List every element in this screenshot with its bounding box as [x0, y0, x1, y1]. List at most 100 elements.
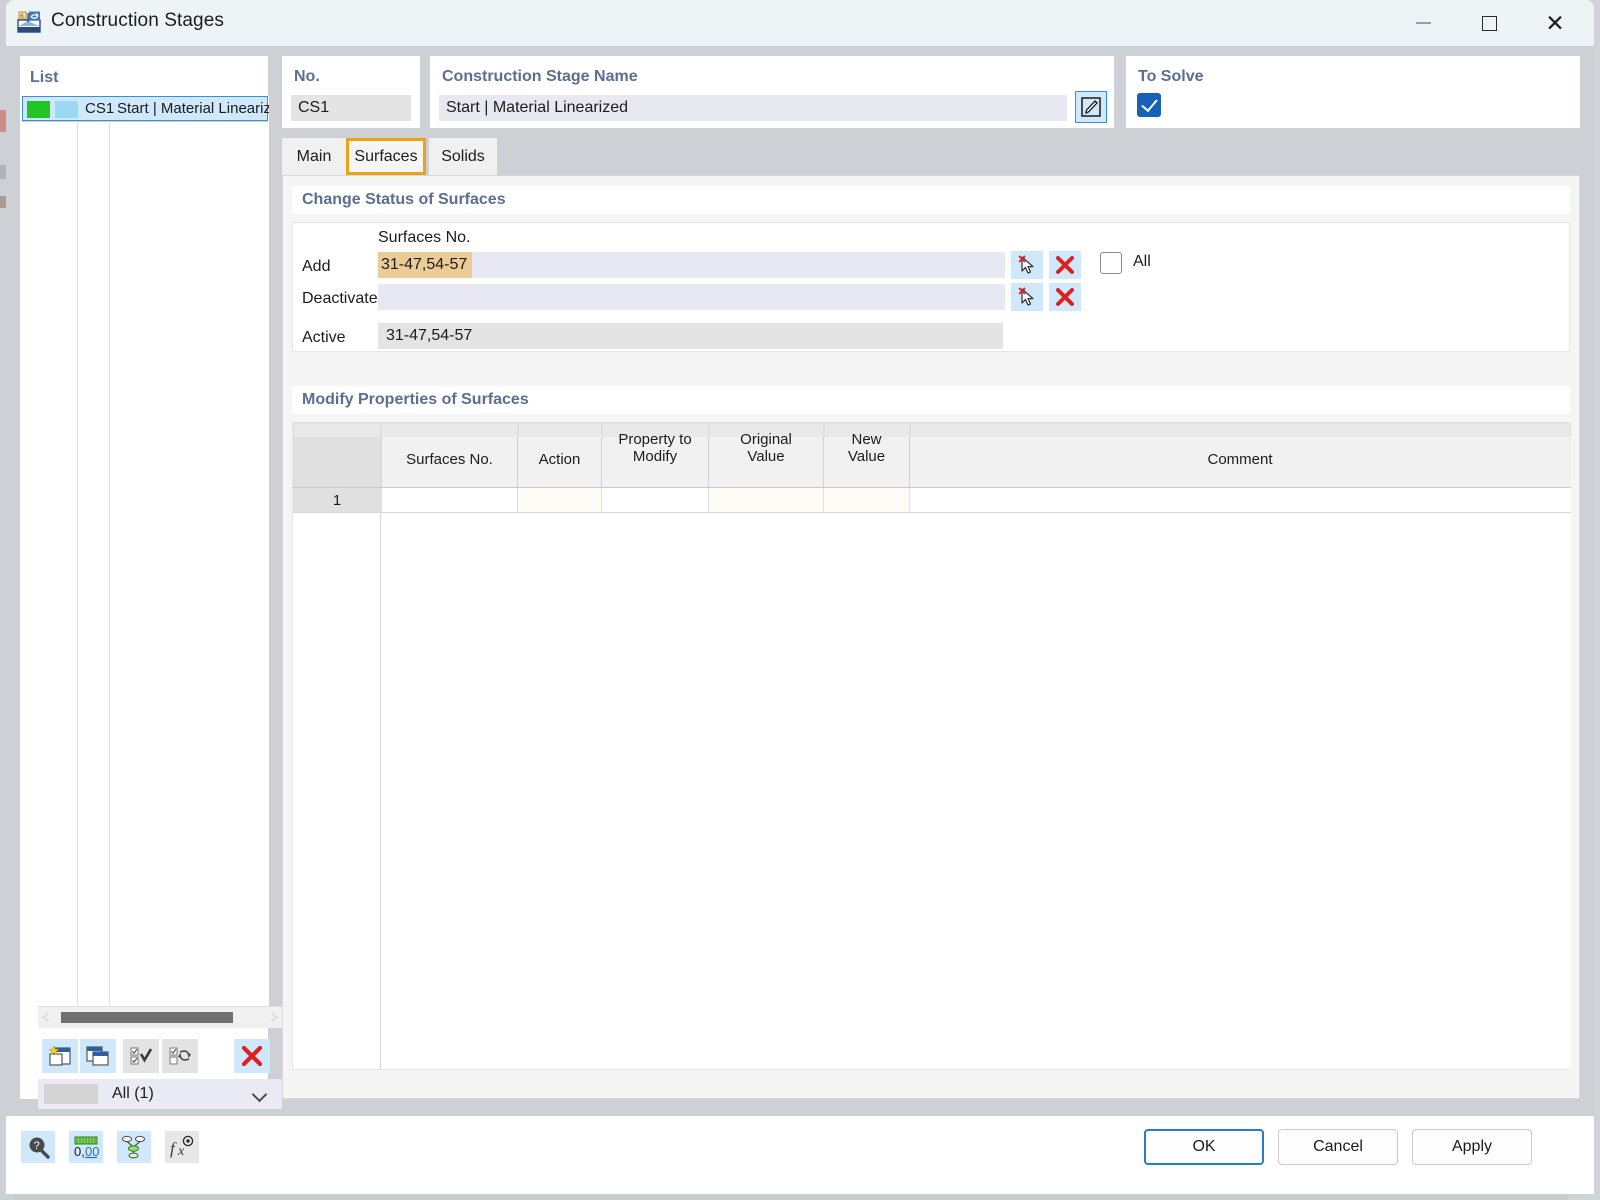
- column-header-new-line1: New: [851, 430, 882, 448]
- add-surfaces-input[interactable]: 31-47,54-57: [378, 252, 1005, 278]
- tab-solids-label: Solids: [441, 147, 485, 165]
- column-header-action[interactable]: Action: [518, 423, 601, 473]
- filter-button[interactable]: [117, 1131, 151, 1163]
- list-toolbar: [38, 1035, 282, 1077]
- row-divider: [22, 121, 268, 122]
- construction-stages-icon: 6: [17, 11, 43, 35]
- new-stage-button[interactable]: [42, 1039, 78, 1073]
- stage-list-grid[interactable]: CS1 Start | Material Lineariz: [21, 96, 269, 1007]
- cell-action[interactable]: [518, 488, 601, 512]
- magnifier-question-icon: ?: [29, 1137, 50, 1159]
- tab-surfaces-label: Surfaces: [354, 147, 418, 165]
- all-checkbox[interactable]: [1100, 252, 1122, 274]
- apply-button-label: Apply: [1451, 1138, 1493, 1155]
- svg-text:?: ?: [34, 1140, 40, 1152]
- red-x-icon: [241, 1045, 263, 1067]
- table-empty-body[interactable]: [381, 513, 1571, 1069]
- filter-value: All (1): [112, 1085, 154, 1102]
- list-item[interactable]: CS1 Start | Material Lineariz: [22, 96, 269, 121]
- surfaces-tab-content: Change Status of Surfaces Surfaces No. A…: [282, 175, 1580, 1099]
- stage-number-label: No.: [294, 68, 320, 85]
- deactivate-pick-button[interactable]: [1011, 283, 1043, 311]
- stage-number-value: CS1: [291, 95, 411, 121]
- stage-color-swatch-primary: [27, 101, 50, 118]
- decimal-places-button[interactable]: 0, 00: [69, 1131, 103, 1163]
- funnel-nodes-icon: [122, 1135, 145, 1159]
- cell-comment[interactable]: [910, 488, 1570, 512]
- list-horizontal-scrollbar[interactable]: [38, 1006, 282, 1028]
- deactivate-row-label: Deactivate: [302, 290, 378, 307]
- cell-surfaces-no[interactable]: [382, 488, 517, 512]
- stage-list-panel: List CS1 Start | Material Lineariz All (…: [20, 56, 282, 1109]
- scroll-right-icon[interactable]: [267, 1012, 278, 1023]
- edit-pencil-icon: [1081, 97, 1101, 117]
- modify-properties-section: Surfaces No. Action Property to Modify O…: [292, 422, 1571, 1070]
- grid-column-divider: [109, 96, 110, 1007]
- list-item-name: Start | Material Lineariz: [117, 100, 269, 117]
- cancel-button-label: Cancel: [1313, 1138, 1363, 1155]
- close-button[interactable]: ✕: [1524, 0, 1586, 46]
- column-header-property-to-modify[interactable]: Property to Modify: [602, 423, 708, 473]
- red-x-icon: [1056, 256, 1074, 274]
- column-header-comment[interactable]: Comment: [910, 423, 1570, 473]
- to-solve-checkbox[interactable]: [1137, 93, 1161, 117]
- tab-main-label: Main: [296, 147, 332, 165]
- stage-number-panel: No. CS1: [282, 56, 420, 128]
- column-header-original-line2: Value: [747, 448, 785, 465]
- svg-text:f: f: [170, 1139, 177, 1158]
- cell-new-value[interactable]: [824, 488, 909, 512]
- cell-original-value[interactable]: [709, 488, 823, 512]
- add-surfaces-value: 31-47,54-57: [378, 252, 473, 278]
- title-bar: 6 Construction Stages ✕: [6, 0, 1594, 46]
- list-filter-dropdown[interactable]: All (1): [38, 1079, 282, 1109]
- red-x-icon: [1056, 288, 1074, 306]
- select-all-button[interactable]: [123, 1039, 159, 1073]
- scrollbar-thumb[interactable]: [61, 1012, 233, 1023]
- dialog-body: List CS1 Start | Material Lineariz All (…: [6, 46, 1594, 1111]
- formula-button[interactable]: f x: [165, 1131, 199, 1163]
- maximize-button[interactable]: [1458, 0, 1520, 46]
- chevron-down-icon[interactable]: [251, 1086, 268, 1103]
- tab-surfaces[interactable]: Surfaces: [346, 138, 426, 175]
- add-clear-button[interactable]: [1049, 251, 1081, 279]
- invert-selection-button[interactable]: [162, 1039, 198, 1073]
- table-corner-cell: [293, 437, 381, 487]
- deactivate-clear-button[interactable]: [1049, 283, 1081, 311]
- filter-color-swatch: [44, 1084, 98, 1104]
- column-header-new-value[interactable]: New Value: [824, 423, 909, 473]
- add-pick-button[interactable]: [1011, 251, 1043, 279]
- column-header-surfaces-no[interactable]: Surfaces No.: [382, 423, 517, 473]
- svg-text:00: 00: [85, 1144, 99, 1159]
- ok-button[interactable]: OK: [1144, 1129, 1264, 1165]
- apply-button[interactable]: Apply: [1412, 1129, 1532, 1165]
- column-header-original-line1: Original: [740, 430, 792, 448]
- pick-cursor-icon: [1018, 255, 1034, 274]
- add-row-label: Add: [302, 258, 331, 275]
- list-item-number: CS1: [85, 100, 115, 117]
- surfaces-no-column-header: Surfaces No.: [378, 229, 471, 246]
- delete-stage-button[interactable]: [234, 1039, 270, 1073]
- stage-name-edit-button[interactable]: [1075, 91, 1107, 123]
- ok-button-label: OK: [1192, 1138, 1216, 1155]
- help-lookup-button[interactable]: ?: [21, 1131, 55, 1163]
- copy-stage-button[interactable]: [80, 1039, 116, 1073]
- all-checkbox-label: All: [1133, 253, 1151, 270]
- check-icon: [1140, 94, 1158, 113]
- cell-property[interactable]: [602, 488, 708, 512]
- minimize-button[interactable]: [1392, 0, 1454, 46]
- scroll-left-icon[interactable]: [42, 1012, 53, 1023]
- stage-name-input[interactable]: Start | Material Linearized: [439, 95, 1067, 121]
- tab-solids[interactable]: Solids: [429, 138, 497, 175]
- column-header-property-line2: Modify: [632, 448, 678, 465]
- deactivate-surfaces-input[interactable]: [378, 284, 1005, 310]
- table-row[interactable]: 1: [293, 488, 1571, 512]
- active-surfaces-value: 31-47,54-57: [378, 323, 1003, 349]
- list-panel-title: List: [30, 69, 59, 86]
- cancel-button[interactable]: Cancel: [1278, 1129, 1398, 1165]
- window-title: Construction Stages: [51, 10, 224, 31]
- footer-separator: [6, 1111, 1594, 1116]
- tab-main[interactable]: Main: [282, 138, 346, 175]
- column-header-original-value[interactable]: Original Value: [709, 423, 823, 473]
- new-window-icon: [48, 1045, 71, 1066]
- change-status-title: Change Status of Surfaces: [302, 191, 506, 208]
